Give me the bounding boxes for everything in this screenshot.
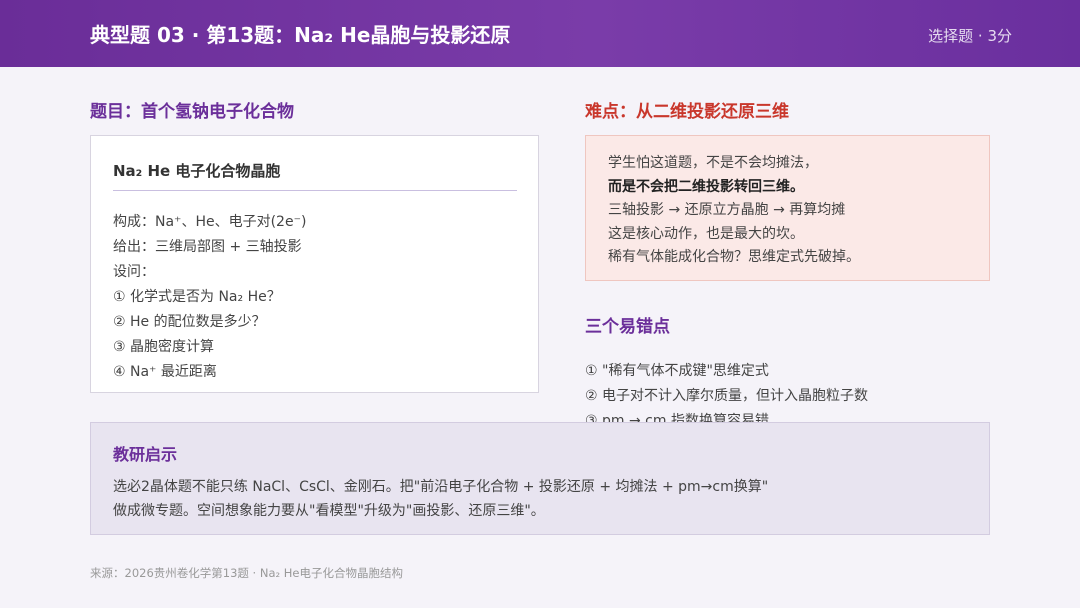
difficulty-line-emphasis: 而是不会把二维投影转回三维。 [608,178,804,195]
difficulty-heading: 难点：从二维投影还原三维 [585,102,789,122]
question-line: ② He 的配位数是多少？ [113,314,266,330]
header-bar: 典型题 03 · 第13题：Na₂ He晶胞与投影还原 选择题 · 3分 [0,0,1080,67]
card-title: Na₂ He 电子化合物晶胞 [113,162,281,180]
question-line: 设问： [113,264,155,280]
insight-line: 做成微专题。空间想象能力要从"看模型"升级为"画投影、还原三维"。 [113,503,545,519]
question-line: ④ Na⁺ 最近距离 [113,364,217,380]
difficulty-list: 学生怕这道题，不是不会均摊法， 而是不会把二维投影转回三维。 三轴投影 → 还原… [608,152,860,270]
insight-line: 选必2晶体题不能只练 NaCl、CsCl、金刚石。把"前沿电子化合物 + 投影还… [113,479,769,495]
question-line: ① 化学式是否为 Na₂ He？ [113,289,281,305]
question-list: 构成：Na⁺、He、电子对(2e⁻) 给出：三维局部图 + 三轴投影 设问： ①… [113,210,306,385]
question-type-meta: 选择题 · 3分 [928,27,1012,45]
insight-box: 教研启示 选必2晶体题不能只练 NaCl、CsCl、金刚石。把"前沿电子化合物 … [90,422,990,535]
insight-heading: 教研启示 [113,445,178,464]
difficulty-box: 学生怕这道题，不是不会均摊法， 而是不会把二维投影转回三维。 三轴投影 → 还原… [585,135,990,281]
difficulty-line: 三轴投影 → 还原立方晶胞 → 再算均摊 [608,202,846,218]
difficulty-line: 学生怕这道题，不是不会均摊法， [608,155,818,171]
difficulty-line: 稀有气体能成化合物？思维定式先破掉。 [608,249,860,265]
question-line: 给出：三维局部图 + 三轴投影 [113,239,302,255]
question-line: 构成：Na⁺、He、电子对(2e⁻) [113,214,307,230]
insight-text: 选必2晶体题不能只练 NaCl、CsCl、金刚石。把"前沿电子化合物 + 投影还… [113,475,768,523]
source-footnote: 来源：2026贵州卷化学第13题 · Na₂ He电子化合物晶胞结构 [90,566,404,580]
question-card: Na₂ He 电子化合物晶胞 构成：Na⁺、He、电子对(2e⁻) 给出：三维局… [90,135,539,393]
question-heading: 题目：首个氢钠电子化合物 [90,102,294,122]
errors-heading: 三个易错点 [585,317,670,337]
card-divider [113,190,517,191]
error-item: ① "稀有气体不成键"思维定式 [585,363,769,379]
page-title: 典型题 03 · 第13题：Na₂ He晶胞与投影还原 [90,23,511,47]
difficulty-line: 这是核心动作，也是最大的坎。 [608,225,804,242]
error-item: ② 电子对不计入摩尔质量，但计入晶胞粒子数 [585,388,868,404]
question-line: ③ 晶胞密度计算 [113,339,215,355]
